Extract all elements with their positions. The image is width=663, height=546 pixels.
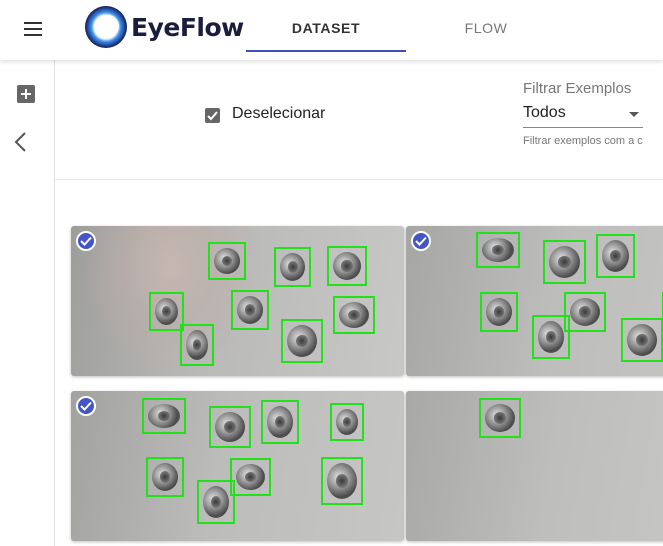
bounding-box — [197, 480, 235, 524]
add-box-icon[interactable] — [17, 85, 35, 103]
filter-selected-value: Todos — [523, 104, 566, 121]
bounding-box — [476, 232, 520, 268]
bounding-box — [180, 324, 214, 366]
selected-check-icon[interactable] — [76, 231, 96, 251]
tab-dataset[interactable]: DATASET — [246, 0, 406, 56]
bounding-box — [274, 247, 311, 287]
bounding-box — [479, 398, 521, 438]
bounding-box — [321, 457, 363, 505]
deselect-label[interactable]: Deselecionar — [232, 105, 325, 123]
bounding-box — [480, 292, 518, 332]
dataset-toolbar: Deselecionar Filtrar Exemplos Todos Filt… — [55, 60, 663, 180]
selected-check-icon[interactable] — [411, 231, 431, 251]
chevron-left-icon[interactable] — [10, 130, 34, 154]
active-tab-indicator — [246, 50, 406, 52]
bounding-box — [146, 457, 184, 497]
eyeflow-logo-icon — [85, 6, 127, 48]
menu-icon[interactable] — [22, 20, 46, 40]
selected-check-icon[interactable] — [76, 396, 96, 416]
dropdown-arrow-icon — [629, 112, 639, 117]
image-grid — [55, 180, 663, 546]
brand-logo[interactable]: EyeFlow — [84, 4, 244, 50]
bounding-box — [142, 398, 186, 434]
example-image — [406, 391, 663, 541]
filter-helper-text: Filtrar exemplos com a c — [523, 135, 643, 147]
bounding-box — [532, 315, 570, 359]
bounding-box — [330, 403, 364, 441]
image-card[interactable] — [406, 391, 663, 541]
bounding-box — [149, 292, 184, 331]
filter-select[interactable]: Todos — [523, 100, 643, 128]
bounding-box — [564, 292, 606, 332]
bounding-box — [261, 400, 299, 444]
bounding-box — [208, 242, 246, 280]
left-rail — [0, 60, 55, 546]
bounding-box — [231, 290, 269, 330]
check-icon — [207, 111, 218, 121]
bounding-box — [281, 319, 323, 363]
bounding-box — [333, 296, 375, 334]
image-card[interactable] — [71, 391, 404, 541]
bounding-box — [327, 246, 367, 286]
app-bar: EyeFlow DATASET FLOW — [0, 0, 663, 60]
image-card[interactable] — [406, 226, 663, 376]
image-card[interactable] — [71, 226, 404, 376]
bounding-box — [230, 458, 271, 496]
bounding-box — [209, 406, 251, 448]
bounding-box — [596, 234, 635, 278]
bounding-box — [543, 240, 586, 284]
deselect-checkbox[interactable] — [205, 108, 220, 123]
filter-label: Filtrar Exemplos — [523, 80, 632, 97]
tab-flow[interactable]: FLOW — [406, 0, 566, 56]
brand-name: EyeFlow — [131, 12, 244, 42]
bounding-box — [621, 318, 663, 362]
